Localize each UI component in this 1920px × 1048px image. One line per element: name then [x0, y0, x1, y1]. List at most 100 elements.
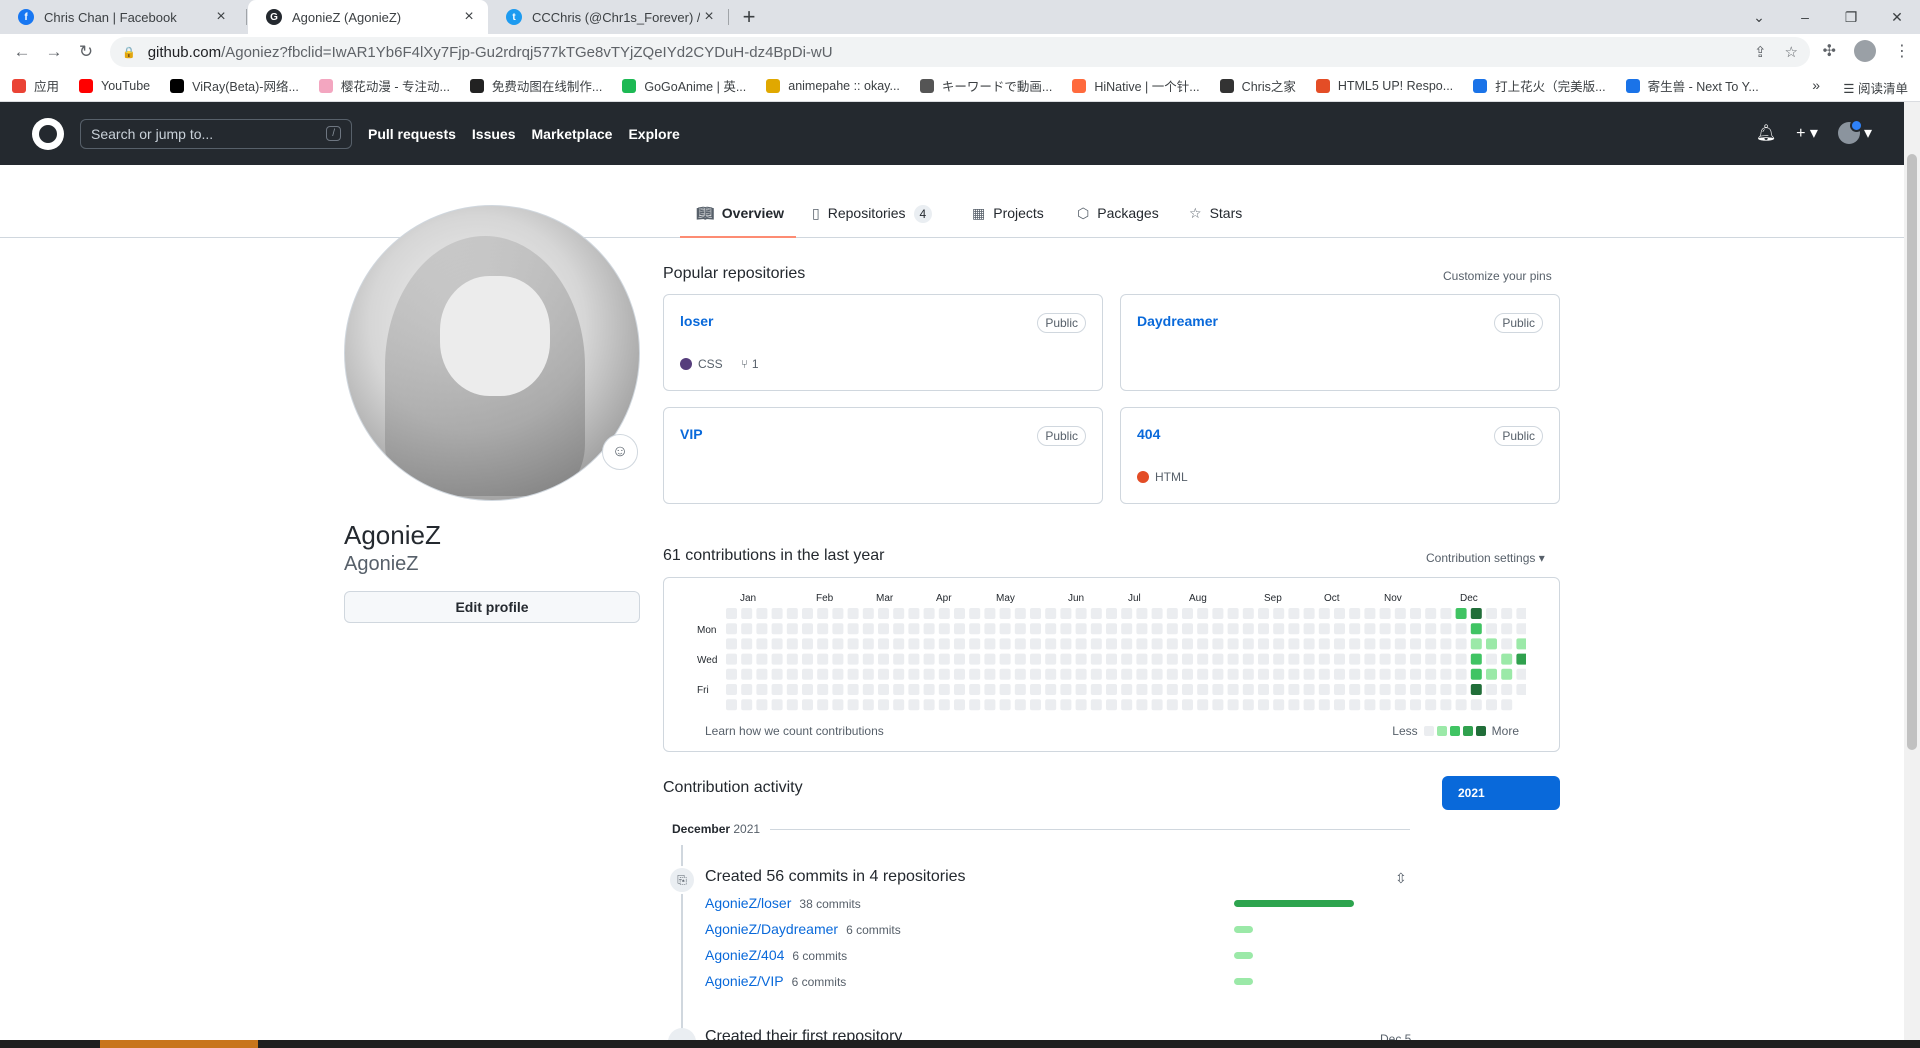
contribution-day[interactable]: [1349, 653, 1361, 665]
contribution-day[interactable]: [1212, 668, 1224, 680]
contribution-day[interactable]: [1121, 699, 1133, 711]
tab-overview[interactable]: 📖︎ Overview: [680, 205, 796, 238]
contribution-day[interactable]: [908, 653, 920, 665]
contribution-day[interactable]: [1394, 608, 1406, 619]
contribution-day[interactable]: [1045, 638, 1057, 650]
contribution-day[interactable]: [786, 668, 798, 680]
user-menu-button[interactable]: ▾: [1837, 119, 1872, 144]
contribution-day[interactable]: [1425, 638, 1437, 650]
contribution-day[interactable]: [1182, 684, 1193, 695]
contribution-day[interactable]: [817, 638, 829, 650]
contribution-day[interactable]: [1349, 623, 1361, 635]
contribution-day[interactable]: [1288, 608, 1300, 619]
contribution-day[interactable]: [1212, 623, 1224, 635]
bookmark-gif-maker[interactable]: 免费动图在线制作...: [469, 76, 602, 95]
contribution-day[interactable]: [969, 638, 981, 650]
nav-pull-requests[interactable]: Pull requests: [368, 126, 456, 142]
contribution-day[interactable]: [1227, 623, 1239, 635]
contribution-day[interactable]: [1242, 699, 1254, 711]
contribution-day[interactable]: [1318, 623, 1330, 635]
contribution-day[interactable]: [862, 684, 874, 695]
contribution-day[interactable]: [1440, 653, 1452, 665]
contribution-day[interactable]: [1030, 699, 1041, 711]
contribution-day[interactable]: [1014, 623, 1026, 635]
contribution-day[interactable]: [1242, 623, 1254, 635]
contribution-day[interactable]: [862, 699, 874, 711]
contribution-day[interactable]: [1227, 684, 1239, 695]
contribution-day[interactable]: [1440, 668, 1452, 680]
create-new-button[interactable]: + ▾: [1796, 123, 1818, 143]
contribution-day[interactable]: [847, 684, 859, 695]
contribution-day[interactable]: [1136, 684, 1148, 695]
contribution-day[interactable]: [1014, 608, 1026, 619]
contribution-day[interactable]: [1303, 684, 1315, 695]
contribution-day[interactable]: [1258, 608, 1269, 619]
contribution-day[interactable]: [832, 623, 844, 635]
contribution-day[interactable]: [862, 668, 874, 680]
contribution-day[interactable]: [923, 638, 935, 650]
contribution-day[interactable]: [1410, 699, 1421, 711]
contribution-day[interactable]: [726, 608, 737, 619]
contribution-day[interactable]: [786, 638, 798, 650]
contribution-day[interactable]: [984, 638, 996, 650]
nav-issues[interactable]: Issues: [472, 126, 516, 142]
contribution-day[interactable]: [1151, 653, 1163, 665]
contribution-day[interactable]: [1166, 684, 1178, 695]
contribution-day[interactable]: [1014, 653, 1026, 665]
repo-link[interactable]: 404: [1137, 426, 1160, 442]
contribution-day[interactable]: [1425, 684, 1437, 695]
bookmark-apps[interactable]: 应用: [12, 76, 59, 95]
contribution-day[interactable]: [1470, 684, 1482, 695]
reload-icon[interactable]: ↻: [70, 42, 102, 62]
contribution-day[interactable]: [1075, 653, 1087, 665]
contribution-day[interactable]: [1470, 608, 1482, 619]
taskbar-active-app[interactable]: [100, 1040, 258, 1048]
contribution-day[interactable]: [1151, 699, 1163, 711]
contribution-day[interactable]: [923, 608, 935, 619]
contribution-day[interactable]: [969, 668, 981, 680]
contribution-day[interactable]: [908, 608, 920, 619]
contribution-day[interactable]: [802, 684, 813, 695]
contribution-day[interactable]: [893, 608, 905, 619]
contribution-day[interactable]: [741, 699, 753, 711]
contribution-day[interactable]: [1242, 653, 1254, 665]
contribution-day[interactable]: [726, 638, 737, 650]
contribution-day[interactable]: [1197, 699, 1209, 711]
contribution-day[interactable]: [1212, 684, 1224, 695]
contribution-day[interactable]: [938, 638, 950, 650]
contribution-day[interactable]: [1501, 699, 1513, 711]
contribution-day[interactable]: [1136, 623, 1148, 635]
contribution-day[interactable]: [1486, 638, 1497, 650]
contribution-day[interactable]: [1045, 653, 1057, 665]
contribution-day[interactable]: [1075, 608, 1087, 619]
contribution-day[interactable]: [1242, 608, 1254, 619]
contribution-day[interactable]: [908, 638, 920, 650]
contribution-day[interactable]: [1288, 623, 1300, 635]
contribution-day[interactable]: [1090, 699, 1102, 711]
nav-explore[interactable]: Explore: [628, 126, 679, 142]
contribution-day[interactable]: [756, 608, 768, 619]
contribution-day[interactable]: [1242, 638, 1254, 650]
contribution-day[interactable]: [1166, 699, 1178, 711]
contribution-day[interactable]: [1455, 608, 1467, 619]
contribution-day[interactable]: [847, 638, 859, 650]
contribution-day[interactable]: [1166, 608, 1178, 619]
contribution-day[interactable]: [832, 608, 844, 619]
contribution-day[interactable]: [741, 608, 753, 619]
menu-kebab-icon[interactable]: ⋮: [1894, 41, 1910, 61]
contribution-day[interactable]: [1455, 653, 1467, 665]
contribution-day[interactable]: [1182, 623, 1193, 635]
activity-commit-count[interactable]: 6 commits: [792, 975, 847, 989]
contribution-day[interactable]: [999, 668, 1011, 680]
contribution-day[interactable]: [1030, 638, 1041, 650]
contribution-day[interactable]: [1516, 608, 1526, 619]
bookmark-gogoanime[interactable]: GoGoAnime | 英...: [622, 76, 746, 95]
contribution-day[interactable]: [756, 699, 768, 711]
contribution-day[interactable]: [1425, 623, 1437, 635]
contribution-day[interactable]: [741, 623, 753, 635]
contribution-day[interactable]: [923, 684, 935, 695]
contribution-day[interactable]: [969, 684, 981, 695]
contribution-day[interactable]: [1394, 668, 1406, 680]
contribution-day[interactable]: [1258, 653, 1269, 665]
contribution-day[interactable]: [1410, 623, 1421, 635]
